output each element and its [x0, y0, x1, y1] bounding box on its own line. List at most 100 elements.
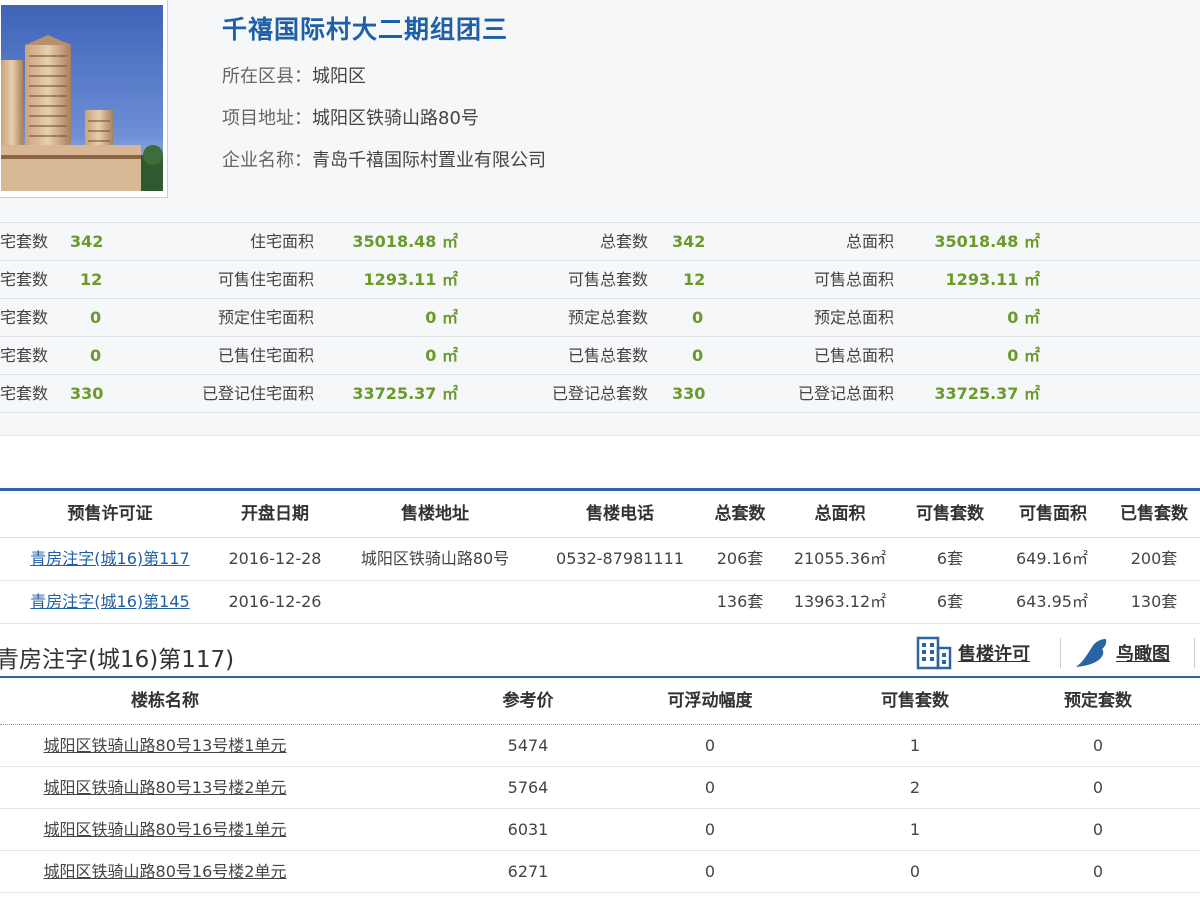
- available-units: 1: [909, 820, 921, 839]
- permit-link[interactable]: 青房注字(城16)第145: [10, 581, 210, 623]
- col-header: 售楼地址: [401, 504, 469, 524]
- district-label: 所在区县：: [222, 66, 312, 87]
- building-row: 城阳区铁骑山路80号16号楼1单元 6031 0 1 0: [0, 809, 1200, 851]
- available-units: 0: [909, 862, 921, 881]
- summary-row: 宅套数 12 可售住宅面积 1293.11 ㎡ 可售总套数 12 可售总面积 1…: [0, 261, 1200, 299]
- summary-value: 0: [692, 346, 704, 365]
- company-label: 企业名称：: [222, 150, 312, 171]
- project-title: 千禧国际村大二期组团三: [222, 15, 509, 44]
- col-header: 可售套数: [881, 691, 949, 711]
- col-header: 总面积: [814, 504, 866, 524]
- summary-label: 已登记总面积: [797, 384, 894, 403]
- summary-label: 宅套数: [0, 384, 49, 403]
- toolbar-divider: [1194, 638, 1195, 668]
- float-range: 0: [704, 736, 716, 755]
- reference-price: 5474: [507, 736, 549, 755]
- presale-permits-table: 预售许可证 开盘日期 售楼地址 售楼电话 总套数 总面积 可售套数 可售面积 已…: [0, 488, 1200, 624]
- summary-value: 330: [672, 384, 706, 403]
- summary-row: 宅套数 342 住宅面积 35018.48 ㎡ 总套数 342 总面积 3501…: [0, 222, 1200, 261]
- permit-link[interactable]: 青房注字(城16)第117: [10, 538, 210, 580]
- summary-value: 342: [70, 232, 104, 251]
- building-link[interactable]: 城阳区铁骑山路80号13号楼1单元: [20, 725, 310, 766]
- section-title: 青房注字(城16)第117): [0, 647, 235, 673]
- summary-label: 可售住宅面积: [217, 270, 314, 289]
- summary-label: 宅套数: [0, 308, 49, 327]
- summary-value: 0 ㎡: [1007, 346, 1040, 365]
- company-line: 企业名称：青岛千禧国际村置业有限公司: [222, 146, 546, 172]
- permits-header-row: 预售许可证 开盘日期 售楼地址 售楼电话 总套数 总面积 可售套数 可售面积 已…: [0, 491, 1200, 538]
- summary-label: 预定总面积: [813, 308, 894, 327]
- available-area: 649.16㎡: [1016, 549, 1088, 568]
- building-row: 城阳区铁骑山路80号13号楼1单元 5474 0 1 0: [0, 725, 1200, 767]
- summary-label: 预定住宅面积: [217, 308, 314, 327]
- permit-row: 青房注字(城16)第145 2016-12-26 136套 13963.12㎡ …: [0, 581, 1200, 624]
- summary-value: 0: [692, 308, 704, 327]
- birdview-button[interactable]: 鸟瞰图: [1074, 636, 1170, 670]
- total-area: 13963.12㎡: [793, 592, 887, 611]
- float-range: 0: [704, 820, 716, 839]
- total-units: 136套: [716, 592, 764, 611]
- summary-label: 总套数: [599, 232, 648, 251]
- summary-label: 宅套数: [0, 232, 49, 251]
- building-icon: [916, 636, 952, 670]
- available-units: 2: [909, 778, 921, 797]
- available-units: 1: [909, 736, 921, 755]
- summary-label: 预定总套数: [567, 308, 648, 327]
- building-link[interactable]: 城阳区铁骑山路80号16号楼2单元: [20, 851, 310, 892]
- summary-label: 已售总套数: [567, 346, 648, 365]
- summary-value: 0: [90, 346, 102, 365]
- summary-label: 已登记住宅面积: [201, 384, 314, 403]
- reserved-units: 0: [1092, 862, 1104, 881]
- summary-value: 35018.48 ㎡: [934, 232, 1040, 251]
- col-header: 可售面积: [1019, 504, 1087, 524]
- summary-label: 已售总面积: [813, 346, 894, 365]
- col-header: 预售许可证: [67, 504, 153, 524]
- summary-value: 12: [683, 270, 706, 289]
- sale-permit-label: 售楼许可: [958, 644, 1030, 665]
- summary-label: 可售总面积: [813, 270, 894, 289]
- col-header: 楼栋名称: [131, 691, 199, 711]
- sale-permit-button[interactable]: 售楼许可: [916, 636, 1030, 670]
- col-header: 开盘日期: [241, 504, 309, 524]
- summary-value: 35018.48 ㎡: [352, 232, 458, 251]
- summary-value: 12: [80, 270, 103, 289]
- address-value: 城阳区铁骑山路80号: [312, 108, 479, 129]
- project-photo[interactable]: [0, 0, 168, 198]
- sales-summary-grid: 宅套数 342 住宅面积 35018.48 ㎡ 总套数 342 总面积 3501…: [0, 222, 1200, 436]
- summary-label: 可售总套数: [567, 270, 648, 289]
- available-units: 6套: [936, 592, 964, 611]
- buildings-table: 楼栋名称 参考价 可浮动幅度 可售套数 预定套数 城阳区铁骑山路80号13号楼1…: [0, 678, 1200, 893]
- col-header: 预定套数: [1064, 691, 1132, 711]
- open-date: 2016-12-26: [228, 592, 322, 611]
- open-date: 2016-12-28: [228, 549, 322, 568]
- summary-row: 宅套数 0 已售住宅面积 0 ㎡ 已售总套数 0 已售总面积 0 ㎡: [0, 337, 1200, 375]
- available-units: 6套: [936, 549, 964, 568]
- building-link[interactable]: 城阳区铁骑山路80号13号楼2单元: [20, 767, 310, 808]
- summary-label: 已售住宅面积: [217, 346, 314, 365]
- building-link[interactable]: 城阳区铁骑山路80号16号楼1单元: [20, 809, 310, 850]
- summary-value: 1293.11 ㎡: [945, 270, 1040, 289]
- col-header: 售楼电话: [586, 504, 654, 524]
- summary-footer: [0, 413, 1200, 436]
- total-units: 206套: [716, 549, 764, 568]
- summary-value: 342: [672, 232, 706, 251]
- address-label: 项目地址：: [222, 108, 312, 129]
- col-header: 总套数: [714, 504, 766, 524]
- summary-label: 宅套数: [0, 270, 49, 289]
- summary-label: 宅套数: [0, 346, 49, 365]
- permit-section-bar: 青房注字(城16)第117) 售楼许可 鸟瞰图: [0, 630, 1200, 678]
- address-line: 项目地址：城阳区铁骑山路80号: [222, 104, 479, 130]
- reference-price: 6031: [507, 820, 549, 839]
- toolbar-divider: [1060, 638, 1061, 668]
- col-header: 已售套数: [1120, 504, 1188, 524]
- col-header: 可售套数: [916, 504, 984, 524]
- building-row: 城阳区铁骑山路80号13号楼2单元 5764 0 2 0: [0, 767, 1200, 809]
- buildings-header-row: 楼栋名称 参考价 可浮动幅度 可售套数 预定套数: [0, 678, 1200, 725]
- project-header: 千禧国际村大二期组团三 所在区县：城阳区 项目地址：城阳区铁骑山路80号 企业名…: [0, 0, 1200, 222]
- float-range: 0: [704, 778, 716, 797]
- company-value: 青岛千禧国际村置业有限公司: [312, 150, 546, 171]
- district-line: 所在区县：城阳区: [222, 62, 366, 88]
- summary-value: 1293.11 ㎡: [363, 270, 458, 289]
- building-photo-illustration: [1, 5, 163, 191]
- sold-units: 200套: [1130, 549, 1178, 568]
